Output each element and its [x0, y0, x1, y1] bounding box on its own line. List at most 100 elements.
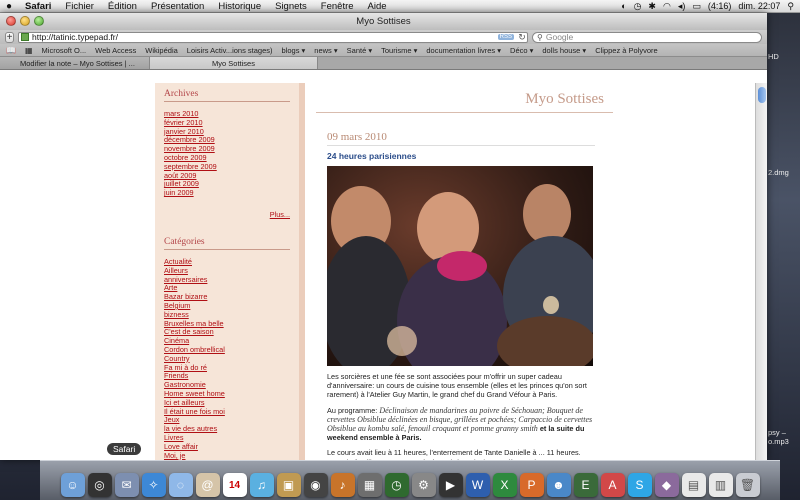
word-icon[interactable]: W — [465, 473, 490, 497]
spaces-icon[interactable]: ▦ — [357, 473, 382, 497]
menu-aide[interactable]: Aide — [361, 1, 394, 12]
camera-icon[interactable]: ◉ — [303, 473, 328, 497]
video-icon[interactable]: ▶ — [438, 473, 463, 497]
bookmark-item[interactable]: Wikipédia — [145, 46, 178, 55]
tab-modifier-note[interactable]: Modifier la note – Myo Sottises | ... — [0, 57, 150, 69]
calendar-icon[interactable]: 14 — [222, 473, 247, 497]
category-link[interactable]: Il était une fois moi — [164, 407, 290, 417]
safari-icon[interactable]: ✧ — [141, 473, 166, 497]
powerpoint-icon[interactable]: P — [519, 473, 544, 497]
tab-bar: Modifier la note – Myo Sottises | ... My… — [0, 57, 767, 70]
time-machine-dock-icon[interactable]: ◷ — [384, 473, 409, 497]
url-text[interactable]: http://tatinic.typepad.fr/ — [32, 32, 498, 42]
archives-heading: Archives — [164, 89, 290, 102]
bookmark-item[interactable]: Web Access — [95, 46, 136, 55]
bookmark-item[interactable]: dolls house ▾ — [542, 46, 586, 55]
add-bookmark-button[interactable]: + — [5, 31, 14, 43]
time-machine-icon[interactable]: ◷ — [634, 1, 642, 12]
bookmark-item[interactable]: Clippez à Polyvore — [595, 46, 658, 55]
bookmark-item[interactable]: Santé ▾ — [347, 46, 372, 55]
post-paragraph-2: Au programme: Déclinaison de mandarines … — [327, 406, 595, 443]
desktop-dmg-label[interactable]: 2.dmg — [768, 168, 789, 177]
menu-bar: ● Safari Fichier Édition Présentation Hi… — [0, 0, 800, 13]
bluetooth-icon[interactable]: ✱ — [648, 1, 656, 12]
mail-stamp-icon[interactable]: ✉ — [114, 473, 139, 497]
reload-icon[interactable]: ↻ — [517, 32, 527, 43]
menu-edition[interactable]: Édition — [101, 1, 144, 12]
document-icon[interactable]: ▤ — [681, 473, 706, 497]
ichat-icon[interactable]: ◌ — [168, 473, 193, 497]
system-preferences-icon[interactable]: ⚙ — [411, 473, 436, 497]
desktop-mp3-label[interactable]: psy – o.mp3 — [768, 428, 789, 446]
scrollbar-thumb[interactable] — [758, 87, 766, 103]
bookmark-item[interactable]: Loisirs Activ...ions stages) — [187, 46, 273, 55]
bookmark-item[interactable]: Déco ▾ — [510, 46, 533, 55]
finder-icon[interactable]: ☺ — [60, 473, 85, 497]
trash-icon[interactable]: 🗑 — [735, 473, 760, 497]
close-button[interactable] — [6, 16, 16, 26]
bookmark-item[interactable]: news ▾ — [314, 46, 337, 55]
categories-list: Actualité Ailleurs anniversaires Arte Bazar … — [164, 257, 290, 460]
search-field[interactable]: ⚲ Google — [532, 31, 762, 43]
menu-fichier[interactable]: Fichier — [58, 1, 101, 12]
category-link[interactable]: anniversaires — [164, 275, 290, 285]
bookmark-item[interactable]: Microsoft O... — [42, 46, 87, 55]
web-page: Archives mars 2010 février 2010 janvier 20… — [0, 83, 767, 460]
grid-icon[interactable]: ▦ — [25, 46, 33, 55]
desktop-hd-label[interactable]: HD — [768, 52, 779, 61]
volume-icon[interactable]: ◂) — [678, 1, 686, 12]
excel-icon[interactable]: X — [492, 473, 517, 497]
battery-time[interactable]: (4:16) — [708, 1, 732, 11]
menu-signets[interactable]: Signets — [268, 1, 314, 12]
battery-icon[interactable]: ▭ — [692, 1, 701, 12]
minimize-button[interactable] — [20, 16, 30, 26]
spotlight-icon[interactable]: ⚲ — [787, 1, 794, 12]
apple-icon[interactable]: ● — [0, 1, 18, 12]
search-icon: ⚲ — [537, 32, 543, 42]
post-date: 09 mars 2010 — [327, 131, 595, 146]
iphoto-icon[interactable]: ▣ — [276, 473, 301, 497]
sync-icon[interactable]: ◐ — [621, 1, 626, 11]
address-book-icon[interactable]: @ — [195, 473, 220, 497]
program-lead: Au programme: — [327, 405, 380, 415]
archive-link[interactable]: juin 2009 — [164, 188, 290, 198]
tab-myo-sottises[interactable]: Myo Sottises — [150, 57, 318, 69]
rss-badge[interactable]: RSS — [497, 34, 514, 40]
toolbar: + http://tatinic.typepad.fr/ RSS ↻ ⚲ Goo… — [0, 30, 767, 44]
categories-heading: Catégories — [164, 237, 290, 250]
blog-sidebar: Archives mars 2010 février 2010 janvier 20… — [155, 83, 305, 460]
itunes-icon[interactable]: ♫ — [249, 473, 274, 497]
menu-historique[interactable]: Historique — [211, 1, 268, 12]
dashboard-icon[interactable]: ◎ — [87, 473, 112, 497]
downloads-icon[interactable]: ▥ — [708, 473, 733, 497]
bookmark-item[interactable]: blogs ▾ — [282, 46, 306, 55]
safari-window: Myo Sottises + http://tatinic.typepad.fr… — [0, 13, 767, 460]
archives-list: mars 2010 février 2010 janvier 2010 décembr… — [164, 109, 290, 198]
address-bar[interactable]: http://tatinic.typepad.fr/ RSS ↻ — [18, 31, 528, 43]
menu-presentation[interactable]: Présentation — [144, 1, 211, 12]
messenger-icon[interactable]: ☻ — [546, 473, 571, 497]
post-title[interactable]: 24 heures parisiennes — [327, 151, 595, 161]
garageband-icon[interactable]: ♪ — [330, 473, 355, 497]
wifi-icon[interactable]: ◠ — [663, 1, 671, 12]
menu-safari[interactable]: Safari — [18, 1, 58, 12]
page-scrollbar[interactable] — [755, 83, 767, 460]
zoom-button[interactable] — [34, 16, 44, 26]
skype-icon[interactable]: S — [627, 473, 652, 497]
post-photo[interactable] — [327, 166, 593, 366]
entourage-icon[interactable]: E — [573, 473, 598, 497]
dock-tooltip: Safari — [107, 443, 142, 455]
blog-title[interactable]: Myo Sottises — [316, 91, 613, 113]
archives-more-link[interactable]: Plus... — [270, 210, 290, 219]
book-icon[interactable]: 📖 — [6, 46, 16, 55]
menu-clock[interactable]: dim. 22:07 — [738, 1, 780, 11]
window-titlebar[interactable]: Myo Sottises — [0, 13, 767, 30]
post-paragraph-3: Le cours avait lieu à 11 heures, l'enter… — [327, 448, 581, 460]
menu-fenetre[interactable]: Fenêtre — [314, 1, 361, 12]
bookmark-item[interactable]: documentation livres ▾ — [426, 46, 501, 55]
bookmark-item[interactable]: Tourisme ▾ — [381, 46, 417, 55]
acrobat-icon[interactable]: A — [600, 473, 625, 497]
bookmarks-bar: 📖 ▦ Microsoft O... Web Access Wikipédia … — [0, 44, 767, 57]
window-title: Myo Sottises — [356, 16, 411, 27]
app-icon[interactable]: ◆ — [654, 473, 679, 497]
